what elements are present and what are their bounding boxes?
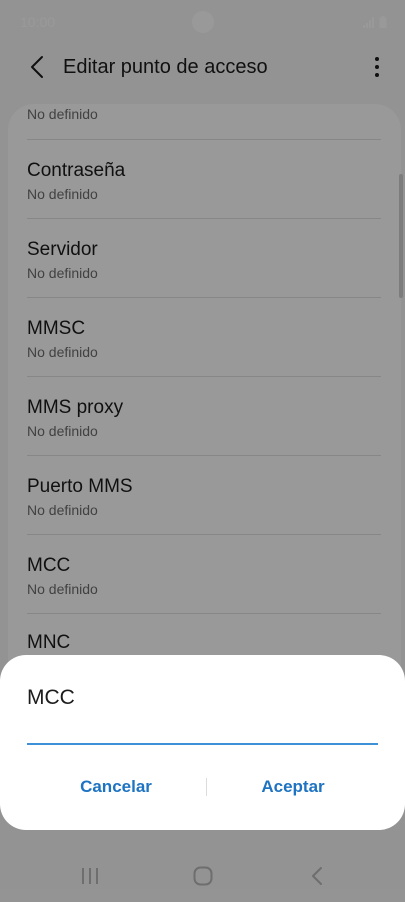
recent-apps-button[interactable] bbox=[60, 860, 120, 892]
mcc-input[interactable] bbox=[27, 725, 378, 745]
accept-button[interactable]: Aceptar bbox=[203, 767, 383, 807]
back-icon bbox=[312, 867, 322, 885]
home-icon bbox=[193, 866, 213, 886]
nav-back-button[interactable] bbox=[287, 860, 347, 892]
home-button[interactable] bbox=[173, 860, 233, 892]
dialog-buttons: Cancelar Aceptar bbox=[0, 767, 405, 807]
mcc-dialog: MCC Cancelar Aceptar bbox=[0, 655, 405, 830]
cancel-button[interactable]: Cancelar bbox=[26, 767, 206, 807]
recent-apps-icon bbox=[82, 868, 98, 884]
navigation-bar bbox=[0, 850, 405, 902]
dialog-title: MCC bbox=[27, 686, 75, 709]
